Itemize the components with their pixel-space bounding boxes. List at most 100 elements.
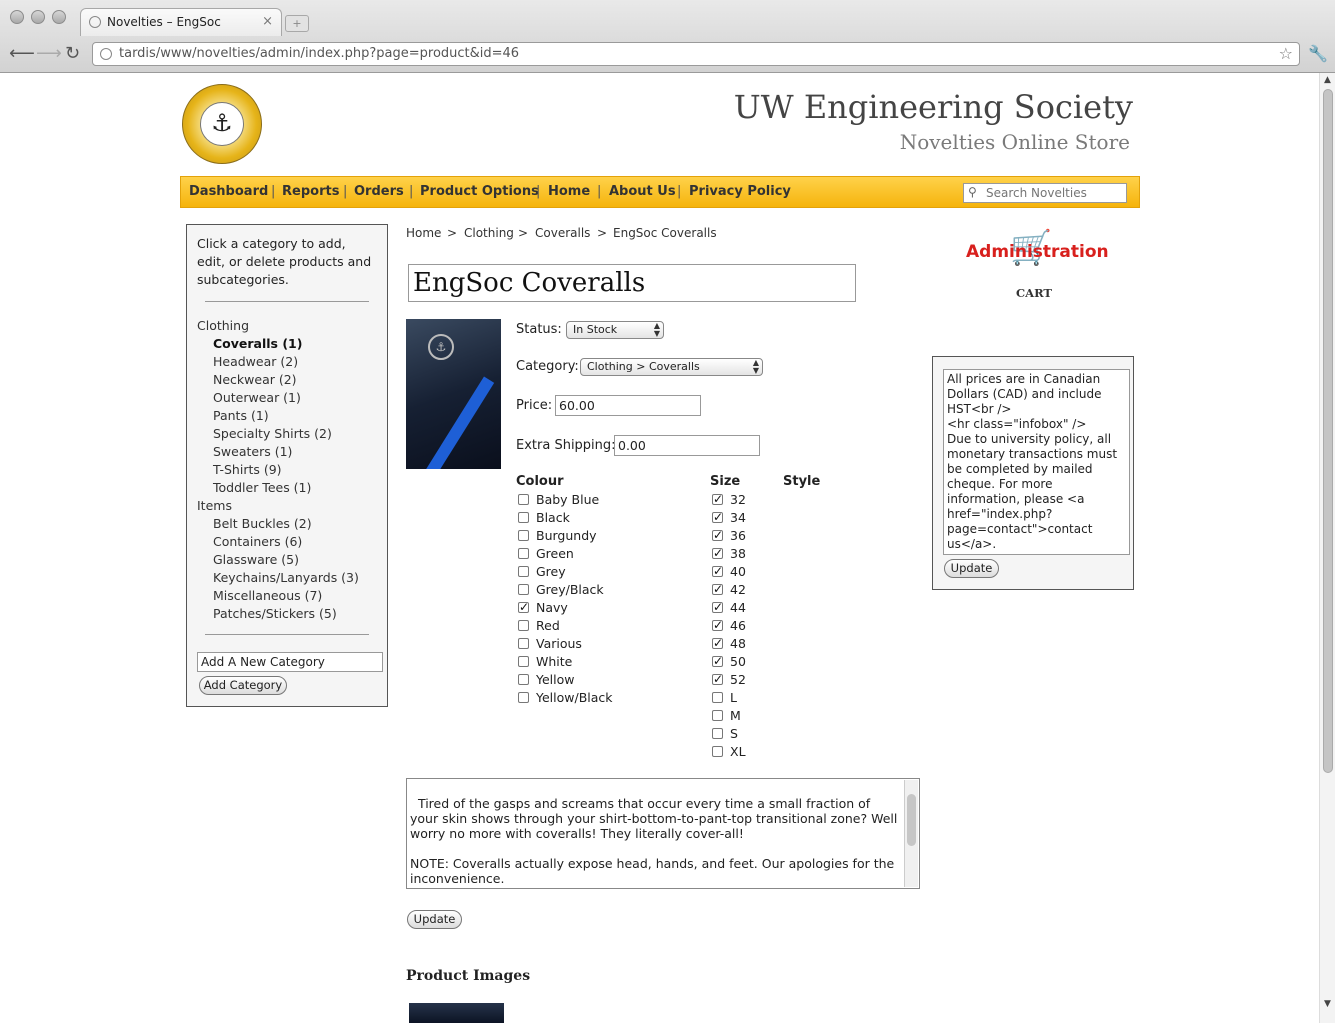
checkbox[interactable] xyxy=(518,512,529,523)
update-product-button[interactable]: Update xyxy=(407,910,462,929)
checkbox[interactable] xyxy=(518,584,529,595)
checkbox[interactable] xyxy=(518,692,529,703)
reload-icon[interactable]: ↻ xyxy=(65,43,80,64)
category-select[interactable]: Clothing > Coveralls ▲ ▼ xyxy=(580,358,763,376)
search-input[interactable] xyxy=(984,185,1128,201)
wrench-icon[interactable]: 🔧 xyxy=(1308,44,1328,63)
size-label: 48 xyxy=(730,636,746,651)
category-clothing[interactable]: Clothing xyxy=(197,318,249,333)
checkbox[interactable]: ✓ xyxy=(712,547,723,559)
checkbox[interactable]: ✓ xyxy=(712,511,723,523)
breadcrumb-clothing[interactable]: Clothing xyxy=(464,226,514,240)
nav-home[interactable]: Home xyxy=(548,184,590,199)
status-select[interactable]: In Stock ▲ ▼ xyxy=(566,321,664,339)
shipping-input[interactable] xyxy=(614,435,760,456)
checkbox[interactable]: ✓ xyxy=(712,565,723,577)
checkbox[interactable] xyxy=(518,530,529,541)
colour-label: Green xyxy=(536,546,574,561)
zoom-window-button[interactable] xyxy=(52,10,66,24)
category-glassware[interactable]: Glassware (5) xyxy=(213,552,299,567)
category-belt-buckles[interactable]: Belt Buckles (2) xyxy=(213,516,312,531)
blue-pole-shape xyxy=(409,376,495,469)
checkbox[interactable]: ✓ xyxy=(518,601,529,613)
nav-product-options[interactable]: Product Options xyxy=(420,184,539,199)
category-specialty-shirts[interactable]: Specialty Shirts (2) xyxy=(213,426,332,441)
category-miscellaneous[interactable]: Miscellaneous (7) xyxy=(213,588,322,603)
category-toddler-tees[interactable]: Toddler Tees (1) xyxy=(213,480,311,495)
category-sweaters[interactable]: Sweaters (1) xyxy=(213,444,292,459)
update-infobox-button[interactable]: Update xyxy=(944,559,999,578)
checkbox[interactable]: ✓ xyxy=(712,529,723,541)
breadcrumb-coveralls[interactable]: Coveralls xyxy=(535,226,590,240)
style-header: Style xyxy=(783,474,821,489)
checkbox[interactable] xyxy=(712,728,723,739)
scroll-up-icon[interactable]: ▲ xyxy=(1324,75,1331,85)
checkbox[interactable] xyxy=(518,566,529,577)
nav-dashboard[interactable]: Dashboard xyxy=(189,184,268,199)
description-scrollbar[interactable] xyxy=(904,780,918,887)
category-coveralls[interactable]: Coveralls (1) xyxy=(213,336,302,351)
nav-orders[interactable]: Orders xyxy=(354,184,404,199)
browser-tab[interactable]: Novelties – EngSoc × xyxy=(80,8,282,36)
new-category-input[interactable] xyxy=(197,652,383,672)
address-bar[interactable]: tardis/www/novelties/admin/index.php?pag… xyxy=(92,42,1300,66)
price-input[interactable] xyxy=(555,395,701,416)
checkbox[interactable] xyxy=(712,692,723,703)
checkbox[interactable] xyxy=(518,494,529,505)
engsoc-logo[interactable]: ⚓ xyxy=(182,84,262,164)
category-patches-stickers[interactable]: Patches/Stickers (5) xyxy=(213,606,337,621)
checkbox[interactable] xyxy=(518,620,529,631)
checkbox[interactable]: ✓ xyxy=(712,619,723,631)
url-text[interactable]: tardis/www/novelties/admin/index.php?pag… xyxy=(119,46,519,61)
product-image-thumbnail[interactable] xyxy=(409,1003,504,1023)
scroll-thumb[interactable] xyxy=(1323,89,1333,773)
nav-privacy-policy[interactable]: Privacy Policy xyxy=(689,184,791,199)
category-containers[interactable]: Containers (6) xyxy=(213,534,302,549)
globe-icon xyxy=(89,16,101,28)
category-t-shirts[interactable]: T-Shirts (9) xyxy=(213,462,282,477)
minimize-window-button[interactable] xyxy=(31,10,45,24)
category-keychains-lanyards[interactable]: Keychains/Lanyards (3) xyxy=(213,570,359,585)
category-pants[interactable]: Pants (1) xyxy=(213,408,269,423)
checkbox[interactable]: ✓ xyxy=(712,673,723,685)
forward-icon[interactable]: ⟶ xyxy=(36,43,62,64)
size-label: 38 xyxy=(730,546,746,561)
page-info-icon[interactable] xyxy=(100,48,112,60)
admin-cart-widget[interactable]: 🛒 Administration CART xyxy=(962,228,1109,304)
checkbox[interactable]: ✓ xyxy=(712,601,723,613)
nav-reports[interactable]: Reports xyxy=(282,184,339,199)
search-box[interactable]: ⚲ xyxy=(963,183,1128,203)
checkbox[interactable]: ✓ xyxy=(712,637,723,649)
checkbox[interactable] xyxy=(712,710,723,721)
logo-center: ⚓ xyxy=(200,102,244,146)
close-tab-icon[interactable]: × xyxy=(262,14,273,29)
status-value: In Stock xyxy=(573,323,618,336)
category-items[interactable]: Items xyxy=(197,498,232,513)
checkbox[interactable] xyxy=(518,548,529,559)
checkbox[interactable] xyxy=(712,746,723,757)
category-headwear[interactable]: Headwear (2) xyxy=(213,354,298,369)
nav-about-us[interactable]: About Us xyxy=(609,184,676,199)
add-category-button[interactable]: Add Category xyxy=(199,676,287,695)
category-neckwear[interactable]: Neckwear (2) xyxy=(213,372,297,387)
back-icon[interactable]: ⟵ xyxy=(9,43,35,64)
scroll-down-icon[interactable]: ▼ xyxy=(1324,999,1331,1009)
infobox-textarea[interactable]: All prices are in Canadian Dollars (CAD)… xyxy=(943,369,1130,555)
checkbox[interactable]: ✓ xyxy=(712,493,723,505)
checkbox[interactable]: ✓ xyxy=(712,655,723,667)
category-outerwear[interactable]: Outerwear (1) xyxy=(213,390,301,405)
product-name-input[interactable]: EngSoc Coveralls xyxy=(408,264,856,302)
new-tab-button[interactable]: + xyxy=(285,15,309,32)
description-textarea[interactable]: Tired of the gasps and screams that occu… xyxy=(406,778,920,889)
checkbox[interactable] xyxy=(518,656,529,667)
star-icon[interactable]: ☆ xyxy=(1279,44,1293,63)
breadcrumb-home[interactable]: Home xyxy=(406,226,441,240)
checkbox[interactable] xyxy=(518,674,529,685)
close-window-button[interactable] xyxy=(10,10,24,24)
checkbox[interactable]: ✓ xyxy=(712,583,723,595)
checkbox[interactable] xyxy=(518,638,529,649)
site-subtitle: Novelties Online Store xyxy=(899,130,1130,154)
description-scroll-thumb[interactable] xyxy=(907,794,916,846)
select-arrows-icon: ▲ ▼ xyxy=(653,321,660,338)
page-scrollbar[interactable]: ▲ ▼ xyxy=(1319,73,1335,1023)
